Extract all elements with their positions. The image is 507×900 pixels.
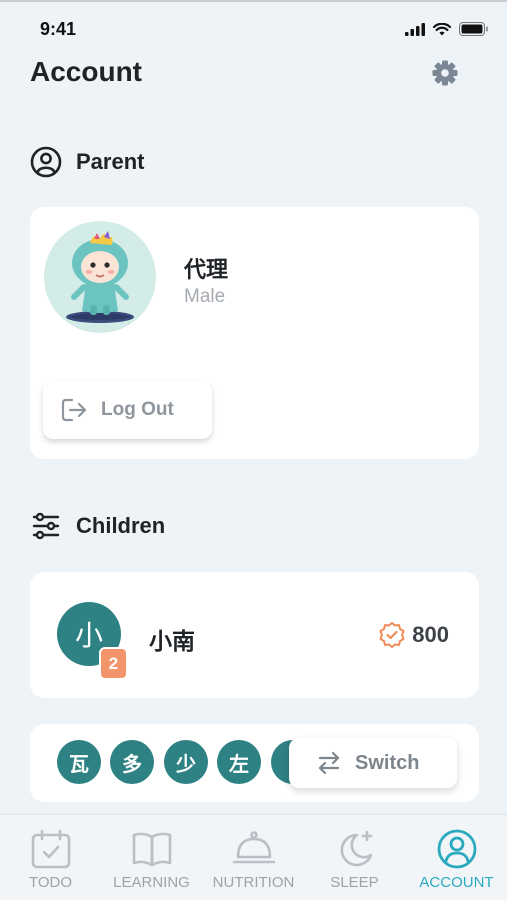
points-value: 800 [412,622,449,647]
child-chip[interactable]: 左 [217,740,261,784]
tab-label: ACCOUNT [419,874,494,891]
tab-bar: TODO LEARNING NUTRITION SLEEP ACCOUNT [0,814,507,900]
tab-learning[interactable]: LEARNING [101,815,202,900]
parent-card: 代理 Male Log Out [30,207,479,459]
header: Account [30,56,477,92]
points-display: 800 [378,621,449,649]
page-title: Account [30,56,142,87]
status-icons [405,22,489,36]
sliders-icon [32,512,60,540]
child-name: 小南 [149,628,195,654]
children-switcher: 瓦 多 少 左 Switch [30,724,479,802]
tab-nutrition[interactable]: NUTRITION [203,815,304,900]
child-chip[interactable]: 少 [164,740,208,784]
logout-button[interactable]: Log Out [43,381,212,439]
parent-gender: Male [184,286,226,307]
wifi-icon [433,22,451,35]
account-icon [437,829,476,869]
status-bar: 9:41 [0,0,507,56]
child-level-badge: 2 [99,647,128,680]
logout-icon [61,398,87,422]
parent-section-title: Parent [76,149,145,174]
badge-check-icon [379,622,405,648]
signal-icon [405,22,425,36]
gear-icon [432,60,458,86]
logout-label: Log Out [101,399,174,420]
parent-section-header: Parent [30,146,144,178]
cloche-icon [232,831,275,864]
parent-avatar [44,221,156,333]
children-section-title: Children [76,513,166,538]
child-chip[interactable]: 多 [110,740,154,784]
switch-button[interactable]: Switch [289,738,457,788]
tab-sleep[interactable]: SLEEP [304,815,405,900]
tab-account[interactable]: ACCOUNT [406,815,507,900]
book-icon [132,832,171,867]
battery-icon [459,22,488,36]
settings-button[interactable] [431,59,459,87]
todo-icon [31,829,70,869]
tab-todo[interactable]: TODO [0,815,101,900]
child-card[interactable]: 小 2 小南 800 [30,572,479,698]
swap-arrows-icon [318,751,340,775]
switch-label: Switch [355,751,420,774]
child-chip[interactable]: 瓦 [57,740,101,784]
status-time: 9:41 [40,19,77,39]
parent-name: 代理 [184,257,229,282]
moon-icon [340,830,372,867]
user-circle-icon [30,146,62,178]
children-section-header: Children [30,510,165,542]
mascot-illustration [66,231,134,323]
